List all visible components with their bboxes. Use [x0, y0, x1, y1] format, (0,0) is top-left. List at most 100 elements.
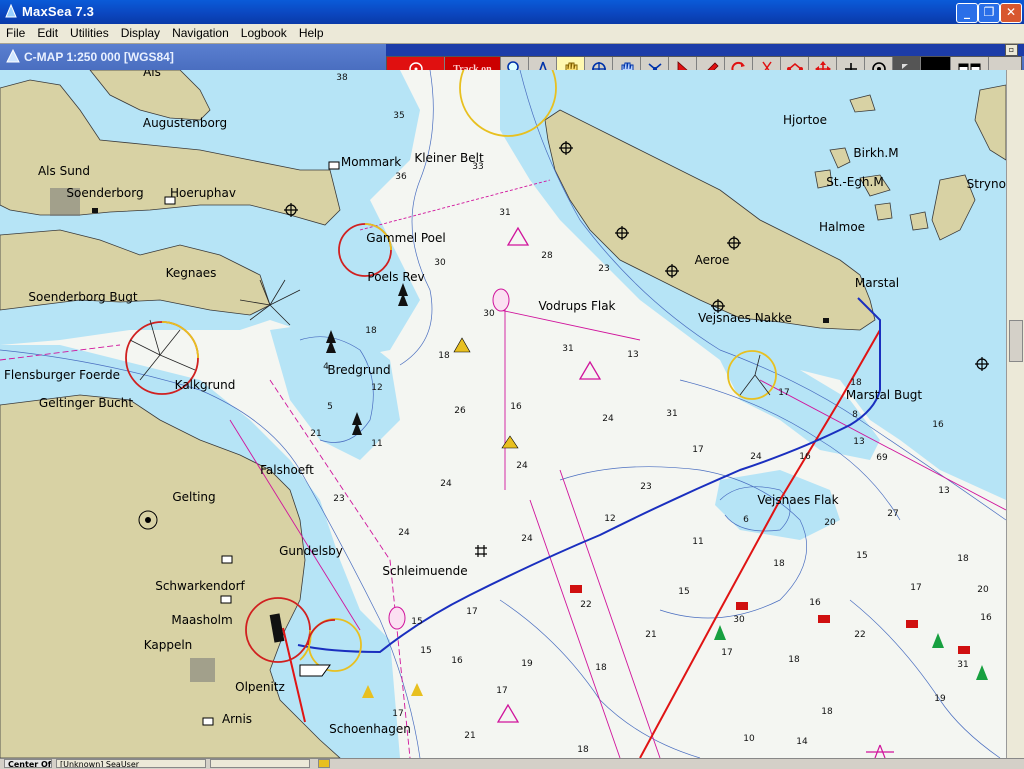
depth-sounding: 17: [778, 388, 789, 398]
depth-sounding: 22: [580, 600, 591, 610]
depth-sounding: 11: [692, 537, 703, 547]
depth-sounding: 27: [887, 509, 898, 519]
menu-file[interactable]: File: [0, 24, 31, 40]
chart-vertical-scrollbar[interactable]: [1006, 70, 1024, 758]
depth-sounding: 35: [393, 111, 404, 121]
depth-sounding: 31: [666, 409, 677, 419]
depth-sounding: 31: [957, 660, 968, 670]
depth-sounding: 21: [464, 731, 475, 741]
depth-sounding: 18: [821, 707, 833, 717]
depth-sounding: 18: [365, 326, 377, 336]
depth-sounding: 16: [980, 613, 992, 623]
nautical-chart[interactable]: Als Augustenborg Als Sund Soenderborg Hoerup…: [0, 70, 1006, 758]
depth-sounding: 24: [750, 452, 762, 462]
place-label: Als Sund: [38, 164, 90, 178]
depth-sounding: 28: [541, 251, 553, 261]
depth-sounding: 23: [598, 264, 609, 274]
place-label: Schwarkendorf: [155, 579, 245, 593]
place-label: Hoeruphav: [170, 186, 236, 200]
depth-sounding: 14: [796, 737, 808, 747]
user-status: [Unknown] SeaUser: [56, 759, 206, 768]
depth-sounding: 16: [809, 598, 821, 608]
place-label: Olpenitz: [235, 680, 285, 694]
depth-sounding: 30: [733, 615, 745, 625]
toolbar-titlebar: ▫: [386, 44, 1024, 56]
depth-sounding: 30: [434, 258, 446, 268]
place-label: Soenderborg Bugt: [28, 290, 137, 304]
depth-sounding: 33: [472, 162, 483, 172]
place-label: Schleimuende: [382, 564, 467, 578]
depth-sounding: 17: [910, 583, 921, 593]
menu-utilities[interactable]: Utilities: [64, 24, 115, 40]
depth-sounding: 21: [310, 429, 321, 439]
depth-sounding: 24: [440, 479, 452, 489]
place-label: Gammel Poel: [366, 231, 445, 245]
status-indicator: [318, 759, 330, 768]
depth-sounding: 30: [483, 309, 495, 319]
depth-sounding: 22: [854, 630, 865, 640]
menu-edit[interactable]: Edit: [31, 24, 64, 40]
depth-sounding: 31: [562, 344, 573, 354]
place-label: Geltinger Bucht: [39, 396, 133, 410]
depth-sounding: 20: [824, 518, 836, 528]
toolbar-minimize-button[interactable]: ▫: [1005, 44, 1018, 56]
depth-sounding: 19: [521, 659, 533, 669]
place-label: Kappeln: [144, 638, 193, 652]
place-label: Gelting: [172, 490, 215, 504]
place-label: Poels Rev: [367, 270, 424, 284]
status-bar: Center Off [Unknown] SeaUser: [0, 758, 1024, 769]
depth-sounding: 16: [510, 402, 522, 412]
menu-display[interactable]: Display: [115, 24, 166, 40]
place-label: Flensburger Foerde: [4, 368, 120, 382]
place-label: Schoenhagen: [329, 722, 411, 736]
depth-sounding: 15: [678, 587, 689, 597]
scrollbar-thumb[interactable]: [1009, 320, 1023, 362]
place-label: St.-Egh.M: [826, 175, 883, 189]
depth-sounding: 15: [856, 551, 867, 561]
depth-sounding: 16: [451, 656, 463, 666]
place-label: Birkh.M: [853, 146, 898, 160]
depth-sounding: 18: [850, 378, 862, 388]
depth-sounding: 12: [604, 514, 615, 524]
chart-canvas[interactable]: Als Augustenborg Als Sund Soenderborg Hoerup…: [0, 70, 1006, 758]
depth-sounding: 38: [336, 73, 348, 83]
place-label: Hjortoe: [783, 113, 827, 127]
depth-sounding: 24: [521, 534, 533, 544]
depth-sounding: 18: [957, 554, 969, 564]
depth-sounding: 13: [627, 350, 638, 360]
depth-sounding: 17: [496, 686, 507, 696]
center-off-button[interactable]: Center Off: [4, 759, 52, 768]
depth-sounding: 24: [602, 414, 614, 424]
depth-sounding: 17: [721, 648, 732, 658]
place-label: Kalkgrund: [175, 378, 236, 392]
depth-sounding: 19: [934, 694, 946, 704]
restore-button[interactable]: ❐: [978, 3, 1000, 23]
depth-sounding: 6: [743, 515, 749, 525]
depth-sounding: 36: [395, 172, 407, 182]
minimize-button[interactable]: _: [956, 3, 978, 23]
depth-sounding: 16: [932, 420, 944, 430]
place-label: Marstal Bugt: [846, 388, 923, 402]
depth-sounding: 23: [333, 494, 344, 504]
depth-sounding: 17: [466, 607, 477, 617]
depth-sounding: 10: [743, 734, 755, 744]
menu-logbook[interactable]: Logbook: [235, 24, 293, 40]
place-label: Falshoeft: [260, 463, 314, 477]
depth-sounding: 17: [392, 709, 403, 719]
chart-title: C-MAP 1:250 000 [WGS84]: [24, 50, 174, 64]
depth-sounding: 18: [595, 663, 607, 673]
place-label: Soenderborg: [66, 186, 143, 200]
depth-sounding: 24: [516, 461, 528, 471]
close-button[interactable]: ✕: [1000, 3, 1022, 23]
depth-sounding: 31: [499, 208, 510, 218]
depth-sounding: 26: [454, 406, 466, 416]
place-label: Gundelsby: [279, 544, 343, 558]
menu-help[interactable]: Help: [293, 24, 330, 40]
depth-sounding: 18: [438, 351, 450, 361]
place-label: Aeroe: [695, 253, 730, 267]
place-label: Kegnaes: [166, 266, 217, 280]
depth-sounding: 5: [327, 402, 333, 412]
menu-navigation[interactable]: Navigation: [166, 24, 235, 40]
place-label: Vejsnaes Flak: [757, 493, 838, 507]
place-label: Halmoe: [819, 220, 865, 234]
